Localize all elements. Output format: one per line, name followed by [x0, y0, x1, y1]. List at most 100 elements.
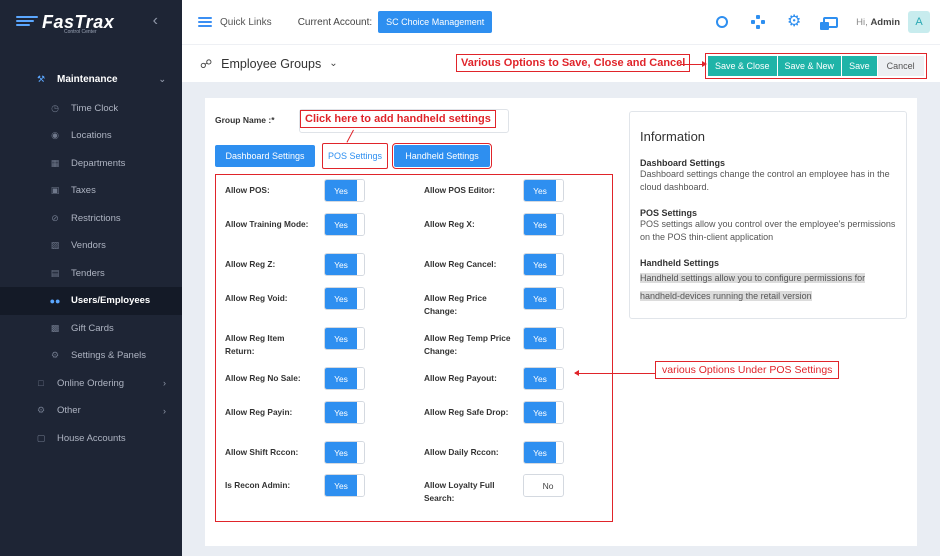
- sidebar-item-departments[interactable]: ▦ Departments: [0, 150, 182, 178]
- sidebar-item-label: Online Ordering: [57, 377, 125, 389]
- toggle-value: Yes: [524, 214, 556, 235]
- group-name-label: Group Name :*: [215, 115, 275, 125]
- toggle-allow-reg-z[interactable]: Yes: [324, 253, 365, 276]
- option-label: Allow Shift Rccon:: [225, 447, 299, 457]
- toggle-allow-reg-no-sale[interactable]: Yes: [324, 367, 365, 390]
- user-greeting: Hi, Admin: [856, 17, 900, 28]
- toggle-allow-pos-editor[interactable]: Yes: [523, 179, 564, 202]
- option-label: Allow Reg Safe Drop:: [424, 407, 509, 417]
- toggle-allow-reg-item-return[interactable]: Yes: [324, 327, 365, 350]
- toggle-allow-loyalty-full-search[interactable]: No: [523, 474, 564, 497]
- sidebar-item-label: Departments: [71, 157, 126, 169]
- option-label: Allow Reg Void:: [225, 293, 288, 303]
- chevron-right-icon: ›: [163, 405, 166, 416]
- sidebar-item-label: Tenders: [71, 267, 105, 279]
- option-label: Allow Reg Cancel:: [424, 259, 497, 269]
- user-name: Admin: [870, 16, 900, 28]
- toggle-allow-reg-payin[interactable]: Yes: [324, 401, 365, 424]
- toggle-value: Yes: [325, 368, 357, 389]
- gear-icon[interactable]: ⚙: [786, 14, 802, 30]
- info-text-dashboard: Dashboard settings change the control an…: [640, 169, 890, 192]
- sidebar-item-settings-panels[interactable]: ⚙ Settings & Panels: [0, 342, 182, 370]
- toggle-allow-reg-x[interactable]: Yes: [523, 213, 564, 236]
- toggle-is-recon-admin[interactable]: Yes: [324, 474, 365, 497]
- sidebar-item-online-ordering[interactable]: □ Online Ordering ›: [0, 370, 182, 398]
- toggle-allow-pos[interactable]: Yes: [324, 179, 365, 202]
- sidebar-item-time-clock[interactable]: ◷ Time Clock: [0, 95, 182, 123]
- sidebar-item-taxes[interactable]: ▣ Taxes: [0, 177, 182, 205]
- sidebar-item-restrictions[interactable]: ⊘ Restrictions: [0, 205, 182, 233]
- sidebar-item-tenders[interactable]: ▤ Tenders: [0, 260, 182, 288]
- avatar[interactable]: A: [908, 11, 930, 33]
- cart-icon: □: [38, 378, 44, 389]
- users-icon: ●●: [49, 295, 61, 306]
- toggle-value: Yes: [325, 402, 357, 423]
- quick-links-link[interactable]: Quick Links: [220, 17, 272, 28]
- cancel-button[interactable]: Cancel: [877, 56, 924, 76]
- toggle-allow-reg-payout[interactable]: Yes: [523, 367, 564, 390]
- option-label: Allow Reg X:: [424, 219, 475, 229]
- toggle-allow-reg-safe-drop[interactable]: Yes: [523, 401, 564, 424]
- option-label: Allow Training Mode:: [225, 219, 309, 229]
- sidebar-item-label: Maintenance: [57, 74, 118, 86]
- sidebar-item-users-employees[interactable]: ●● Users/Employees: [0, 287, 182, 315]
- info-heading-dashboard: Dashboard Settings: [640, 158, 726, 168]
- sidebar-item-label: Locations: [71, 130, 112, 142]
- toggle-value: Yes: [524, 288, 556, 309]
- option-label: Allow Reg Payout:: [424, 373, 497, 383]
- toggle-allow-training-mode[interactable]: Yes: [324, 213, 365, 236]
- sidebar-item-locations[interactable]: ◉ Locations: [0, 122, 182, 150]
- sidebar-item-other[interactable]: ⚙ Other ›: [0, 397, 182, 425]
- annotation-pos-options: various Options Under POS Settings: [655, 361, 840, 379]
- main-card: Group Name :* Click here to add handheld…: [205, 98, 917, 546]
- tab-handheld-settings[interactable]: Handheld Settings: [392, 143, 492, 169]
- option-label: Allow Reg Item Return:: [225, 333, 285, 356]
- toggle-value: Yes: [325, 475, 357, 496]
- save-new-button[interactable]: Save & New: [777, 56, 842, 76]
- sidebar-item-label: Taxes: [71, 185, 96, 197]
- truck-icon: ▨: [50, 240, 60, 251]
- option-label: Allow Reg Temp Price Change:: [424, 333, 511, 356]
- save-button[interactable]: Save: [842, 56, 877, 76]
- greeting-text: Hi,: [856, 16, 868, 28]
- wrench-icon: ⚒: [36, 74, 46, 85]
- toggle-allow-daily-rccon[interactable]: Yes: [523, 441, 564, 464]
- toggle-allow-reg-price-change[interactable]: Yes: [523, 287, 564, 310]
- annotation-arrow: [680, 61, 707, 67]
- option-label: Allow POS:: [225, 185, 270, 195]
- toggle-value: No: [542, 480, 554, 491]
- collapse-sidebar-icon[interactable]: ‹: [153, 12, 158, 30]
- current-account-button[interactable]: SC Choice Management: [378, 11, 493, 33]
- sidebar-item-vendors[interactable]: ▨ Vendors: [0, 232, 182, 260]
- save-close-button[interactable]: Save & Close: [708, 56, 777, 76]
- clock-icon: ◷: [51, 102, 59, 113]
- page-header: ☍ Employee Groups ⌄ Various Options to S…: [182, 44, 940, 82]
- sidebar-item-label: Users/Employees: [71, 295, 151, 307]
- gear-icon: ⚙: [50, 350, 60, 361]
- toggle-value: Yes: [524, 328, 556, 349]
- toggle-value: Yes: [524, 402, 556, 423]
- option-label: Allow Reg Price Change:: [424, 293, 487, 316]
- windows-icon[interactable]: [819, 14, 838, 30]
- pos-options-panel: Allow POS: Yes Allow POS Editor: Yes All…: [215, 174, 613, 522]
- toggle-allow-reg-cancel[interactable]: Yes: [523, 253, 564, 276]
- current-account-label: Current Account:: [297, 16, 373, 28]
- tab-pos-settings[interactable]: POS Settings: [322, 143, 388, 169]
- apps-icon[interactable]: [750, 14, 766, 30]
- toggle-value: Yes: [524, 254, 556, 275]
- menu-icon[interactable]: [198, 17, 212, 27]
- toggle-allow-shift-rccon[interactable]: Yes: [324, 441, 365, 464]
- circle-icon[interactable]: [714, 14, 730, 30]
- toggle-value: Yes: [325, 180, 357, 201]
- toggle-allow-reg-temp-price-change[interactable]: Yes: [523, 327, 564, 350]
- toggle-value: Yes: [524, 368, 556, 389]
- option-label: Allow Reg No Sale:: [225, 373, 301, 383]
- sidebar-item-maintenance[interactable]: ⚒ Maintenance ⌄: [0, 66, 182, 94]
- toggle-value: Yes: [325, 288, 357, 309]
- tab-dashboard-settings[interactable]: Dashboard Settings: [215, 145, 315, 167]
- logo-subtitle: Control Center: [64, 29, 97, 35]
- sidebar-item-gift-cards[interactable]: ▩ Gift Cards: [0, 315, 182, 343]
- toggle-allow-reg-void[interactable]: Yes: [324, 287, 365, 310]
- sidebar-item-house-accounts[interactable]: ▢ House Accounts: [0, 425, 182, 453]
- chevron-down-icon[interactable]: ⌄: [329, 58, 337, 69]
